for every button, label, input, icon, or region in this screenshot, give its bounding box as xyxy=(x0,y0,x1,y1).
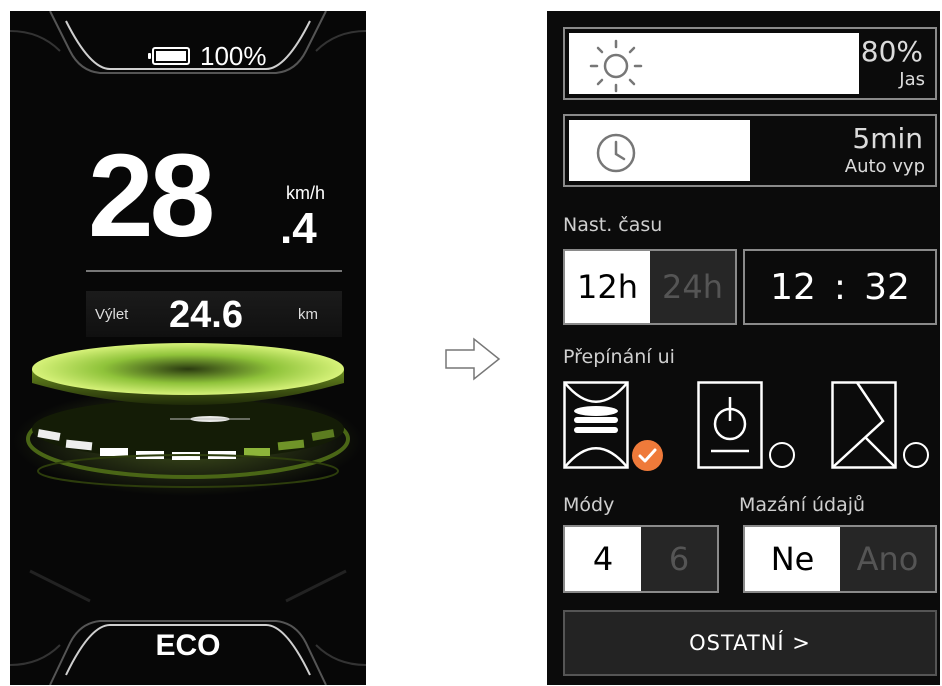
brightness-slider[interactable]: 80% Jas xyxy=(563,27,937,100)
main-display-screen: 100% 28 km/h .4 Výlet 24.6 km ECO xyxy=(10,11,366,685)
speed-unit: km/h xyxy=(286,183,326,203)
ui-layout-2-icon[interactable] xyxy=(697,381,763,469)
speed-divider xyxy=(86,270,342,272)
clear-data-option-no[interactable]: Ne xyxy=(745,527,840,591)
auto-off-label: Auto vyp xyxy=(844,156,925,177)
format-12h-option[interactable]: 12h xyxy=(565,251,650,323)
clear-data-toggle[interactable]: Ne Ano xyxy=(743,525,937,593)
ui-layout-1-icon[interactable] xyxy=(563,381,629,469)
time-separator: : xyxy=(833,266,847,308)
selected-check-icon xyxy=(632,440,663,471)
ui-layout-3-icon[interactable] xyxy=(831,381,897,469)
battery-percentage: 100% xyxy=(200,40,267,71)
time-display[interactable]: 12 : 32 xyxy=(743,249,937,325)
trip-label: Výlet xyxy=(95,306,129,323)
speed-value: 28 xyxy=(88,130,215,262)
settings-screen: 80% Jas 5min Auto vyp Nast. času 12h 24h… xyxy=(547,11,940,685)
riding-mode-label: ECO xyxy=(155,629,221,662)
ui-switch-label: Přepínání ui xyxy=(563,346,675,368)
battery-icon xyxy=(148,47,190,65)
brightness-value: 80% xyxy=(860,35,923,68)
time-setting-label: Nast. času xyxy=(563,214,663,236)
ui-layout-2-radio[interactable] xyxy=(769,442,795,468)
modes-option-4[interactable]: 4 xyxy=(565,527,641,591)
auto-off-value: 5min xyxy=(852,122,923,155)
time-format-toggle[interactable]: 12h 24h xyxy=(563,249,737,325)
modes-toggle[interactable]: 4 6 xyxy=(563,525,719,593)
auto-off-slider[interactable]: 5min Auto vyp xyxy=(563,114,937,187)
brightness-label: Jas xyxy=(899,69,925,90)
modes-label: Módy xyxy=(563,494,615,516)
other-settings-button[interactable]: OSTATNÍ > xyxy=(563,610,937,676)
trip-unit: km xyxy=(298,306,318,323)
battery-indicator: 100% xyxy=(148,40,267,71)
modes-option-6[interactable]: 6 xyxy=(641,527,717,591)
time-hour[interactable]: 12 xyxy=(770,267,816,308)
ui-layout-3-radio[interactable] xyxy=(903,442,929,468)
sun-icon xyxy=(589,39,643,93)
assist-level-indicator xyxy=(13,343,363,496)
time-minute[interactable]: 32 xyxy=(864,267,910,308)
clear-data-option-yes[interactable]: Ano xyxy=(840,527,935,591)
clear-data-label: Mazání údajů xyxy=(739,494,866,516)
clock-icon xyxy=(596,133,636,173)
speed-decimal: .4 xyxy=(280,204,317,253)
arrow-right-outline-icon xyxy=(445,337,501,381)
format-24h-option[interactable]: 24h xyxy=(650,251,735,323)
